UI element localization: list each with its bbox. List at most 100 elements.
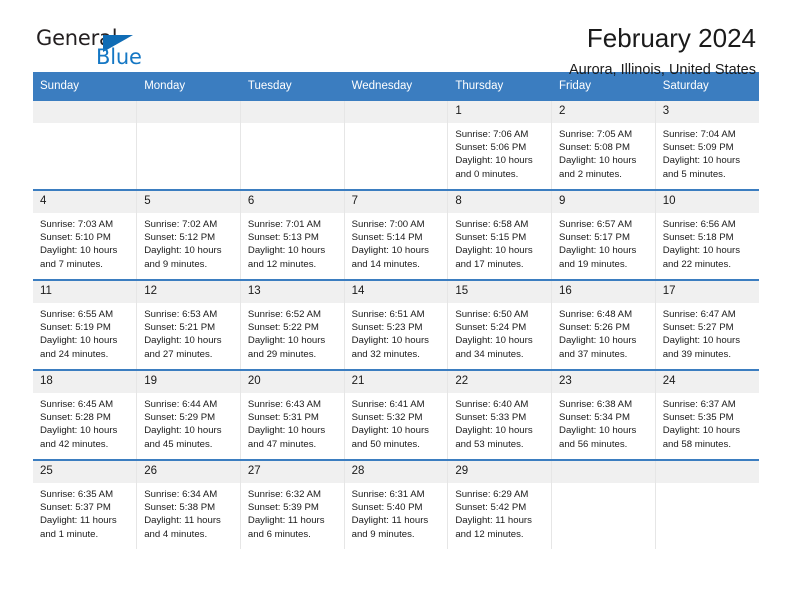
- sun-info: Sunrise: 6:47 AM Sunset: 5:27 PM Daylight:…: [656, 303, 759, 361]
- sun-info: Sunrise: 6:51 AM Sunset: 5:23 PM Daylight:…: [345, 303, 448, 361]
- calendar-day-cell[interactable]: 18 Sunrise: 6:45 AM Sunset: 5:28 PM Dayligh…: [33, 369, 138, 460]
- daylight-text: Daylight: 10 hours and 42 minutes.: [40, 425, 118, 450]
- sunrise-text: Sunrise: 6:35 AM: [40, 489, 114, 500]
- calendar-week-row: 4 Sunrise: 7:03 AM Sunset: 5:10 PM Daylight…: [33, 189, 759, 280]
- day-cell-inner: 15 Sunrise: 6:50 AM Sunset: 5:24 PM Dayligh…: [448, 281, 552, 369]
- calendar-day-cell[interactable]: 21 Sunrise: 6:41 AM Sunset: 5:32 PM Dayligh…: [344, 369, 449, 460]
- sunset-text: Sunset: 5:37 PM: [40, 502, 111, 514]
- sunrise-text: Sunrise: 6:45 AM: [40, 399, 114, 410]
- calendar-day-cell[interactable]: 12 Sunrise: 6:53 AM Sunset: 5:21 PM Dayligh…: [136, 279, 241, 370]
- sun-info: Sunrise: 7:05 AM Sunset: 5:08 PM Daylight:…: [552, 123, 655, 181]
- day-number: 13: [240, 281, 344, 303]
- calendar-day-cell[interactable]: [655, 459, 759, 549]
- sunset-text: Sunset: 5:29 PM: [144, 412, 216, 424]
- calendar-page: General Blue February 2024 Aurora, Illin…: [0, 0, 792, 612]
- calendar-day-cell[interactable]: [33, 99, 138, 190]
- sunrise-text: Sunrise: 6:44 AM: [144, 399, 218, 410]
- calendar-day-cell[interactable]: 4 Sunrise: 7:03 AM Sunset: 5:10 PM Daylight…: [33, 189, 138, 280]
- calendar-day-cell[interactable]: 16 Sunrise: 6:48 AM Sunset: 5:26 PM Dayligh…: [551, 279, 656, 370]
- sun-info: Sunrise: 7:03 AM Sunset: 5:10 PM Daylight:…: [33, 213, 136, 271]
- calendar-day-cell[interactable]: 10 Sunrise: 6:56 AM Sunset: 5:18 PM Dayligh…: [655, 189, 759, 280]
- sunrise-text: Sunrise: 7:01 AM: [247, 219, 321, 230]
- sunset-text: Sunset: 5:32 PM: [351, 412, 423, 424]
- sun-info: Sunrise: 6:56 AM Sunset: 5:18 PM Daylight:…: [656, 213, 759, 271]
- sunset-text: Sunset: 5:17 PM: [559, 232, 630, 244]
- calendar-day-cell[interactable]: 22 Sunrise: 6:40 AM Sunset: 5:33 PM Dayligh…: [447, 369, 553, 460]
- daylight-text: Daylight: 10 hours and 45 minutes.: [144, 425, 222, 450]
- sun-info: Sunrise: 6:34 AM Sunset: 5:38 PM Daylight:…: [137, 483, 240, 541]
- calendar-table: Sunday Monday Tuesday Wednesday Thursday…: [33, 72, 759, 549]
- logo-text-blue: Blue: [96, 45, 142, 69]
- calendar-day-cell[interactable]: 1 Sunrise: 7:06 AM Sunset: 5:06 PM Daylight…: [447, 99, 553, 190]
- day-number: 19: [137, 371, 240, 393]
- sunrise-text: Sunrise: 6:47 AM: [662, 309, 736, 320]
- calendar-day-cell[interactable]: 5 Sunrise: 7:02 AM Sunset: 5:12 PM Daylight…: [136, 189, 241, 280]
- calendar-day-cell[interactable]: 17 Sunrise: 6:47 AM Sunset: 5:27 PM Dayligh…: [655, 279, 759, 370]
- sunset-text: Sunset: 5:10 PM: [40, 232, 111, 244]
- calendar-day-cell[interactable]: 13 Sunrise: 6:52 AM Sunset: 5:22 PM Dayligh…: [240, 279, 345, 370]
- day-cell-inner: 24 Sunrise: 6:37 AM Sunset: 5:35 PM Dayligh…: [655, 371, 759, 459]
- day-cell-inner: 20 Sunrise: 6:43 AM Sunset: 5:31 PM Dayligh…: [240, 371, 344, 459]
- day-number: 16: [552, 281, 655, 303]
- calendar-day-cell[interactable]: 29 Sunrise: 6:29 AM Sunset: 5:42 PM Dayligh…: [447, 459, 553, 549]
- daylight-text: Daylight: 10 hours and 12 minutes.: [247, 245, 326, 270]
- sun-info: Sunrise: 6:43 AM Sunset: 5:31 PM Daylight:…: [241, 393, 344, 451]
- daylight-text: Daylight: 10 hours and 37 minutes.: [559, 335, 637, 360]
- day-number: [344, 101, 448, 123]
- calendar-day-cell[interactable]: [344, 99, 449, 190]
- sunrise-text: Sunrise: 7:03 AM: [40, 219, 114, 230]
- general-blue-logo[interactable]: General Blue: [36, 26, 236, 72]
- daylight-text: Daylight: 10 hours and 0 minutes.: [455, 155, 533, 180]
- day-cell-inner: [33, 101, 137, 189]
- daylight-text: Daylight: 11 hours and 9 minutes.: [351, 515, 429, 540]
- sun-info: Sunrise: 6:29 AM Sunset: 5:42 PM Daylight:…: [448, 483, 551, 541]
- calendar-day-cell[interactable]: 24 Sunrise: 6:37 AM Sunset: 5:35 PM Dayligh…: [655, 369, 759, 460]
- day-number: 15: [448, 281, 552, 303]
- calendar-day-cell[interactable]: 8 Sunrise: 6:58 AM Sunset: 5:15 PM Daylight…: [447, 189, 553, 280]
- calendar-day-cell[interactable]: 7 Sunrise: 7:00 AM Sunset: 5:14 PM Daylight…: [344, 189, 449, 280]
- daylight-text: Daylight: 11 hours and 6 minutes.: [247, 515, 325, 540]
- sunset-text: Sunset: 5:42 PM: [455, 502, 527, 514]
- daylight-text: Daylight: 10 hours and 47 minutes.: [247, 425, 326, 450]
- calendar-day-cell[interactable]: 2 Sunrise: 7:05 AM Sunset: 5:08 PM Daylight…: [551, 99, 656, 190]
- sunset-text: Sunset: 5:35 PM: [662, 412, 734, 424]
- day-cell-inner: [344, 101, 448, 189]
- calendar-day-cell[interactable]: [136, 99, 241, 190]
- day-cell-inner: 27 Sunrise: 6:32 AM Sunset: 5:39 PM Dayligh…: [240, 461, 344, 549]
- calendar-day-cell[interactable]: 28 Sunrise: 6:31 AM Sunset: 5:40 PM Dayligh…: [344, 459, 449, 549]
- sunrise-text: Sunrise: 6:56 AM: [662, 219, 736, 230]
- calendar-day-cell[interactable]: 6 Sunrise: 7:01 AM Sunset: 5:13 PM Daylight…: [240, 189, 345, 280]
- calendar-day-cell[interactable]: 20 Sunrise: 6:43 AM Sunset: 5:31 PM Dayligh…: [240, 369, 345, 460]
- sunrise-text: Sunrise: 6:58 AM: [455, 219, 529, 230]
- calendar-day-cell[interactable]: 9 Sunrise: 6:57 AM Sunset: 5:17 PM Daylight…: [551, 189, 656, 280]
- sunrise-text: Sunrise: 6:37 AM: [662, 399, 736, 410]
- daylight-text: Daylight: 10 hours and 58 minutes.: [662, 425, 741, 450]
- sun-info: Sunrise: 6:40 AM Sunset: 5:33 PM Daylight:…: [448, 393, 551, 451]
- day-number: 14: [344, 281, 448, 303]
- sunrise-text: Sunrise: 6:40 AM: [455, 399, 529, 410]
- day-cell-inner: 10 Sunrise: 6:56 AM Sunset: 5:18 PM Dayligh…: [655, 191, 759, 279]
- calendar-day-cell[interactable]: 23 Sunrise: 6:38 AM Sunset: 5:34 PM Dayligh…: [551, 369, 656, 460]
- calendar-day-cell[interactable]: 27 Sunrise: 6:32 AM Sunset: 5:39 PM Dayligh…: [240, 459, 345, 549]
- day-cell-inner: 26 Sunrise: 6:34 AM Sunset: 5:38 PM Dayligh…: [137, 461, 240, 549]
- calendar-day-cell[interactable]: 3 Sunrise: 7:04 AM Sunset: 5:09 PM Daylight…: [655, 99, 759, 190]
- calendar-week-row: 25 Sunrise: 6:35 AM Sunset: 5:37 PM Dayligh…: [33, 459, 759, 549]
- calendar-day-cell[interactable]: 19 Sunrise: 6:44 AM Sunset: 5:29 PM Dayligh…: [136, 369, 241, 460]
- sun-info: Sunrise: 7:01 AM Sunset: 5:13 PM Daylight:…: [241, 213, 344, 271]
- sun-info: Sunrise: 6:53 AM Sunset: 5:21 PM Daylight:…: [137, 303, 240, 361]
- calendar-day-cell[interactable]: [551, 459, 656, 549]
- column-header-tuesday: Tuesday: [240, 72, 345, 100]
- page-subtitle: Aurora, Illinois, United States: [569, 62, 756, 78]
- calendar-day-cell[interactable]: 26 Sunrise: 6:34 AM Sunset: 5:38 PM Dayligh…: [136, 459, 241, 549]
- daylight-text: Daylight: 10 hours and 34 minutes.: [455, 335, 533, 360]
- daylight-text: Daylight: 10 hours and 24 minutes.: [40, 335, 118, 360]
- calendar-day-cell[interactable]: 25 Sunrise: 6:35 AM Sunset: 5:37 PM Dayligh…: [33, 459, 138, 549]
- calendar-day-cell[interactable]: [240, 99, 345, 190]
- calendar-day-cell[interactable]: 14 Sunrise: 6:51 AM Sunset: 5:23 PM Dayligh…: [344, 279, 449, 370]
- calendar-day-cell[interactable]: 11 Sunrise: 6:55 AM Sunset: 5:19 PM Dayligh…: [33, 279, 138, 370]
- sun-info: Sunrise: 6:58 AM Sunset: 5:15 PM Daylight:…: [448, 213, 551, 271]
- calendar-day-cell[interactable]: 15 Sunrise: 6:50 AM Sunset: 5:24 PM Dayligh…: [447, 279, 553, 370]
- daylight-text: Daylight: 10 hours and 17 minutes.: [455, 245, 533, 270]
- sunrise-text: Sunrise: 6:43 AM: [247, 399, 321, 410]
- day-number: 23: [552, 371, 655, 393]
